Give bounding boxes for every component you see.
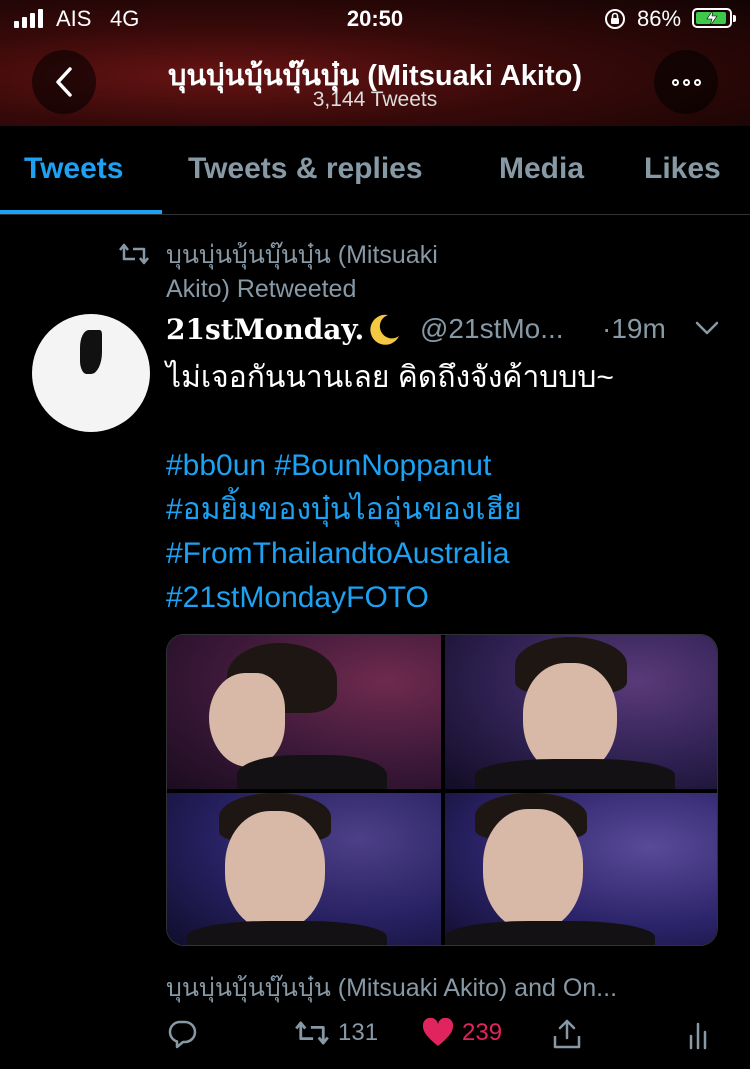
tab-tweets-replies[interactable]: Tweets & replies	[188, 152, 423, 186]
orientation-lock-icon	[605, 9, 625, 29]
hashtag-line[interactable]: #FromThailandtoAustralia	[166, 532, 522, 576]
more-dot	[682, 78, 690, 86]
author-handle[interactable]: @21stMo...	[420, 313, 564, 345]
like-button[interactable]: 239	[422, 1018, 502, 1048]
tweet-text: ไม่เจอกันนานเลย คิดถึงจังค้าบบบ~	[166, 361, 614, 394]
photo-4[interactable]	[445, 793, 717, 945]
photo-2[interactable]	[445, 635, 717, 789]
chevron-down-icon[interactable]	[694, 318, 720, 338]
hashtag-list: #bb0un #BounNoppanut #อมยิ้มของบุ๋นไออุ่…	[166, 444, 522, 620]
retweet-icon	[295, 1021, 329, 1045]
more-dot	[693, 78, 701, 86]
profile-tabs: Tweets Tweets & replies Media Likes	[0, 126, 750, 215]
crescent-moon-icon	[370, 314, 399, 345]
retweet-count: 131	[338, 1019, 379, 1046]
share-icon	[553, 1019, 581, 1049]
tab-media[interactable]: Media	[499, 152, 584, 186]
tweet-count: 3,144 Tweets	[312, 88, 438, 111]
retweet-icon	[119, 243, 149, 265]
analytics-button[interactable]	[688, 1018, 712, 1050]
tab-tweets[interactable]: Tweets	[24, 152, 123, 186]
battery-charging-icon	[692, 8, 736, 28]
status-bar: AIS 4G 20:50 86%	[0, 0, 750, 40]
photo-1[interactable]	[167, 635, 441, 789]
photo-grid	[166, 634, 718, 946]
share-button[interactable]	[552, 1018, 582, 1050]
reply-button[interactable]	[166, 1018, 206, 1050]
hashtag-line[interactable]: #21stMondayFOTO	[166, 576, 522, 620]
retweeted-by-line-2: Akito) Retweeted	[166, 275, 357, 303]
retweet-button[interactable]: 131	[294, 1018, 378, 1048]
social-context[interactable]: บุนบุ่นบุ้นบุ๊นบุ๋น (Mitsuaki Akito) and…	[166, 968, 617, 1008]
hashtag-line[interactable]: #bb0un #BounNoppanut	[166, 444, 522, 488]
photo-3[interactable]	[167, 793, 441, 945]
cat-silhouette	[80, 330, 102, 374]
author-name[interactable]: 21stMonday.	[166, 313, 364, 346]
tweet-time: ·19m	[602, 313, 666, 344]
retweeted-by-label[interactable]: บุนบุ่นบุ้นบุ๊นบุ๋น (Mitsuaki Akito) Ret…	[166, 238, 526, 306]
battery-percent: 86%	[637, 6, 682, 31]
heart-icon	[422, 1018, 454, 1046]
avatar[interactable]	[32, 314, 150, 432]
active-tab-indicator	[0, 210, 162, 214]
more-dots-icon	[671, 78, 679, 86]
more-button[interactable]	[654, 50, 718, 114]
like-count: 239	[462, 1019, 503, 1046]
tab-likes[interactable]: Likes	[644, 152, 721, 186]
hashtag-line[interactable]: #อมยิ้มของบุ๋นไออุ่นของเฮีย	[166, 488, 522, 532]
reply-icon	[168, 1020, 197, 1049]
analytics-icon	[689, 1022, 707, 1050]
retweeted-by-line-1: บุนบุ่นบุ้นบุ๊นบุ๋น (Mitsuaki	[166, 241, 438, 269]
